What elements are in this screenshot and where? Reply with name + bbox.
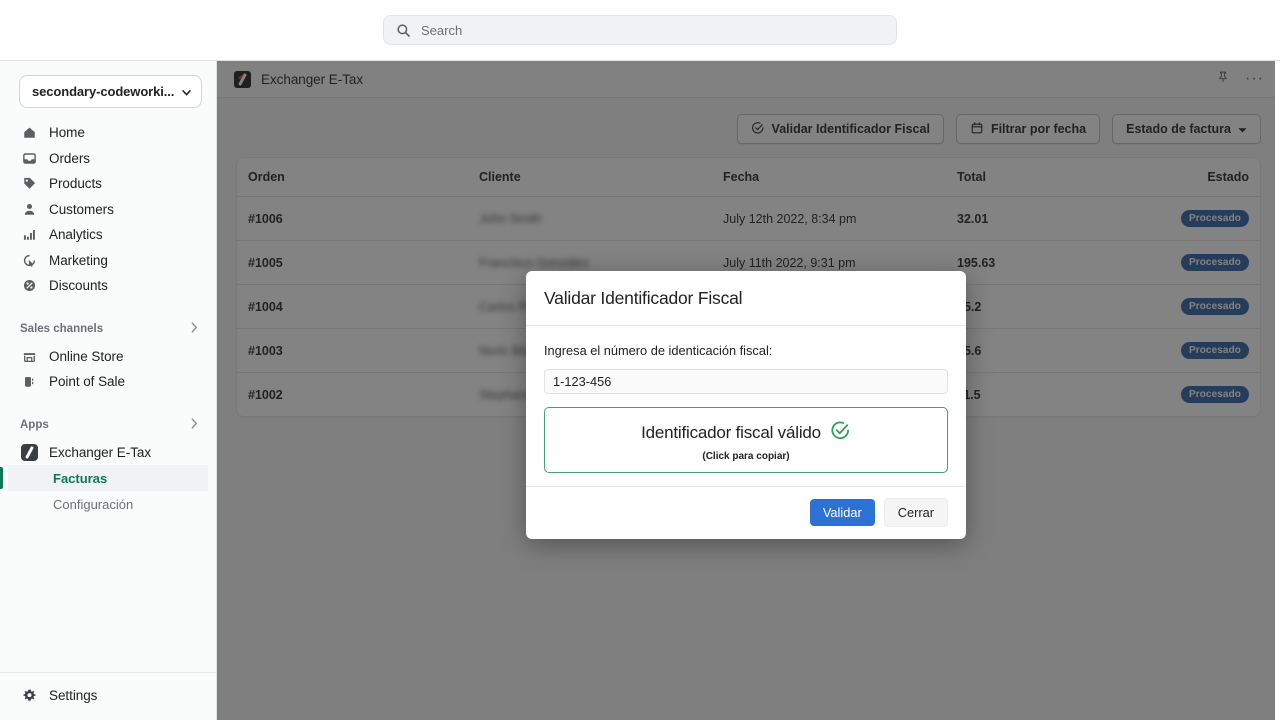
sidebar-item-label: Home <box>49 125 85 141</box>
modal-header: Validar Identificador Fiscal <box>526 271 966 326</box>
sidebar-item-settings[interactable]: Settings <box>8 683 208 709</box>
bar-chart-icon <box>20 226 38 244</box>
sidebar-item-label: Settings <box>49 687 98 703</box>
app-window: Search secondary-codeworki... Home Order… <box>0 0 1280 720</box>
sidebar-item-orders[interactable]: Orders <box>8 146 208 172</box>
sidebar-item-products[interactable]: Products <box>8 171 208 197</box>
validate-tax-id-modal: Validar Identificador Fiscal Ingresa el … <box>526 271 966 539</box>
sidebar-item-facturas[interactable]: Facturas <box>0 465 208 491</box>
sidebar-item-customers[interactable]: Customers <box>8 197 208 223</box>
validar-button[interactable]: Validar <box>809 499 875 526</box>
sidebar-subitem-label: Configuración <box>53 496 134 512</box>
discount-icon <box>20 277 38 295</box>
sidebar-item-analytics[interactable]: Analytics <box>8 222 208 248</box>
chevron-right-icon[interactable] <box>191 418 198 431</box>
shop-switcher-label: secondary-codeworki... <box>32 84 175 99</box>
modal-footer: Validar Cerrar <box>526 486 966 539</box>
search-placeholder: Search <box>421 22 463 38</box>
sidebar-item-home[interactable]: Home <box>8 120 208 146</box>
validation-result-text: Identificador fiscal válido <box>641 423 821 442</box>
sales-channels-header[interactable]: Sales channels <box>8 318 208 340</box>
sidebar-item-configuracion[interactable]: Configuración <box>8 491 208 517</box>
sidebar-item-discounts[interactable]: Discounts <box>8 273 208 299</box>
validation-result-box[interactable]: Identificador fiscal válido (Click para … <box>544 407 948 473</box>
top-search-bar: Search <box>0 0 1280 61</box>
search-input[interactable]: Search <box>383 15 897 45</box>
apps-header[interactable]: Apps <box>8 414 208 436</box>
person-icon <box>20 200 38 218</box>
tax-id-field-label: Ingresa el número de identicación fiscal… <box>544 343 773 358</box>
home-icon <box>20 124 38 142</box>
sidebar-item-label: Products <box>49 176 102 192</box>
sidebar-item-exchanger-e-tax[interactable]: Exchanger E-Tax <box>8 440 208 466</box>
tag-icon <box>20 175 38 193</box>
inbox-icon <box>20 149 38 167</box>
sidebar-item-label: Orders <box>49 150 90 166</box>
search-icon <box>394 21 412 39</box>
section-title: Apps <box>20 418 49 431</box>
modal-body: Ingresa el número de identicación fiscal… <box>526 326 966 486</box>
chevron-right-icon[interactable] <box>191 322 198 335</box>
storefront-icon <box>20 347 38 365</box>
primary-nav: Home Orders Products Customers Analytics… <box>0 120 216 517</box>
sidebar-item-label: Online Store <box>49 348 124 364</box>
sidebar-item-label: Marketing <box>49 252 108 268</box>
cerrar-button[interactable]: Cerrar <box>883 498 948 527</box>
sidebar-item-online-store[interactable]: Online Store <box>8 344 208 370</box>
sidebar-item-point-of-sale[interactable]: Point of Sale <box>8 369 208 395</box>
tax-id-input[interactable] <box>544 369 948 394</box>
right-edge-strip <box>1275 61 1280 720</box>
chevron-down-icon <box>182 83 191 101</box>
target-icon <box>20 251 38 269</box>
sidebar-item-label: Discounts <box>49 278 108 294</box>
sidebar-item-label: Analytics <box>49 227 103 243</box>
modal-title: Validar Identificador Fiscal <box>544 288 743 308</box>
validation-copy-hint: (Click para copiar) <box>702 451 790 462</box>
sidebar-subitem-label: Facturas <box>53 470 108 486</box>
shop-switcher[interactable]: secondary-codeworki... <box>19 75 202 108</box>
sidebar-item-label: Point of Sale <box>49 374 125 390</box>
sidebar-item-marketing[interactable]: Marketing <box>8 248 208 274</box>
sidebar-item-label: Exchanger E-Tax <box>49 444 152 460</box>
section-title: Sales channels <box>20 322 104 335</box>
gear-icon <box>20 686 38 704</box>
circle-check-icon <box>830 420 851 446</box>
sidebar-item-label: Customers <box>49 201 114 217</box>
sidebar: secondary-codeworki... Home Orders Produ… <box>0 61 217 720</box>
exchanger-app-icon <box>20 443 38 461</box>
sidebar-footer: Settings <box>0 671 216 720</box>
pos-icon <box>20 373 38 391</box>
